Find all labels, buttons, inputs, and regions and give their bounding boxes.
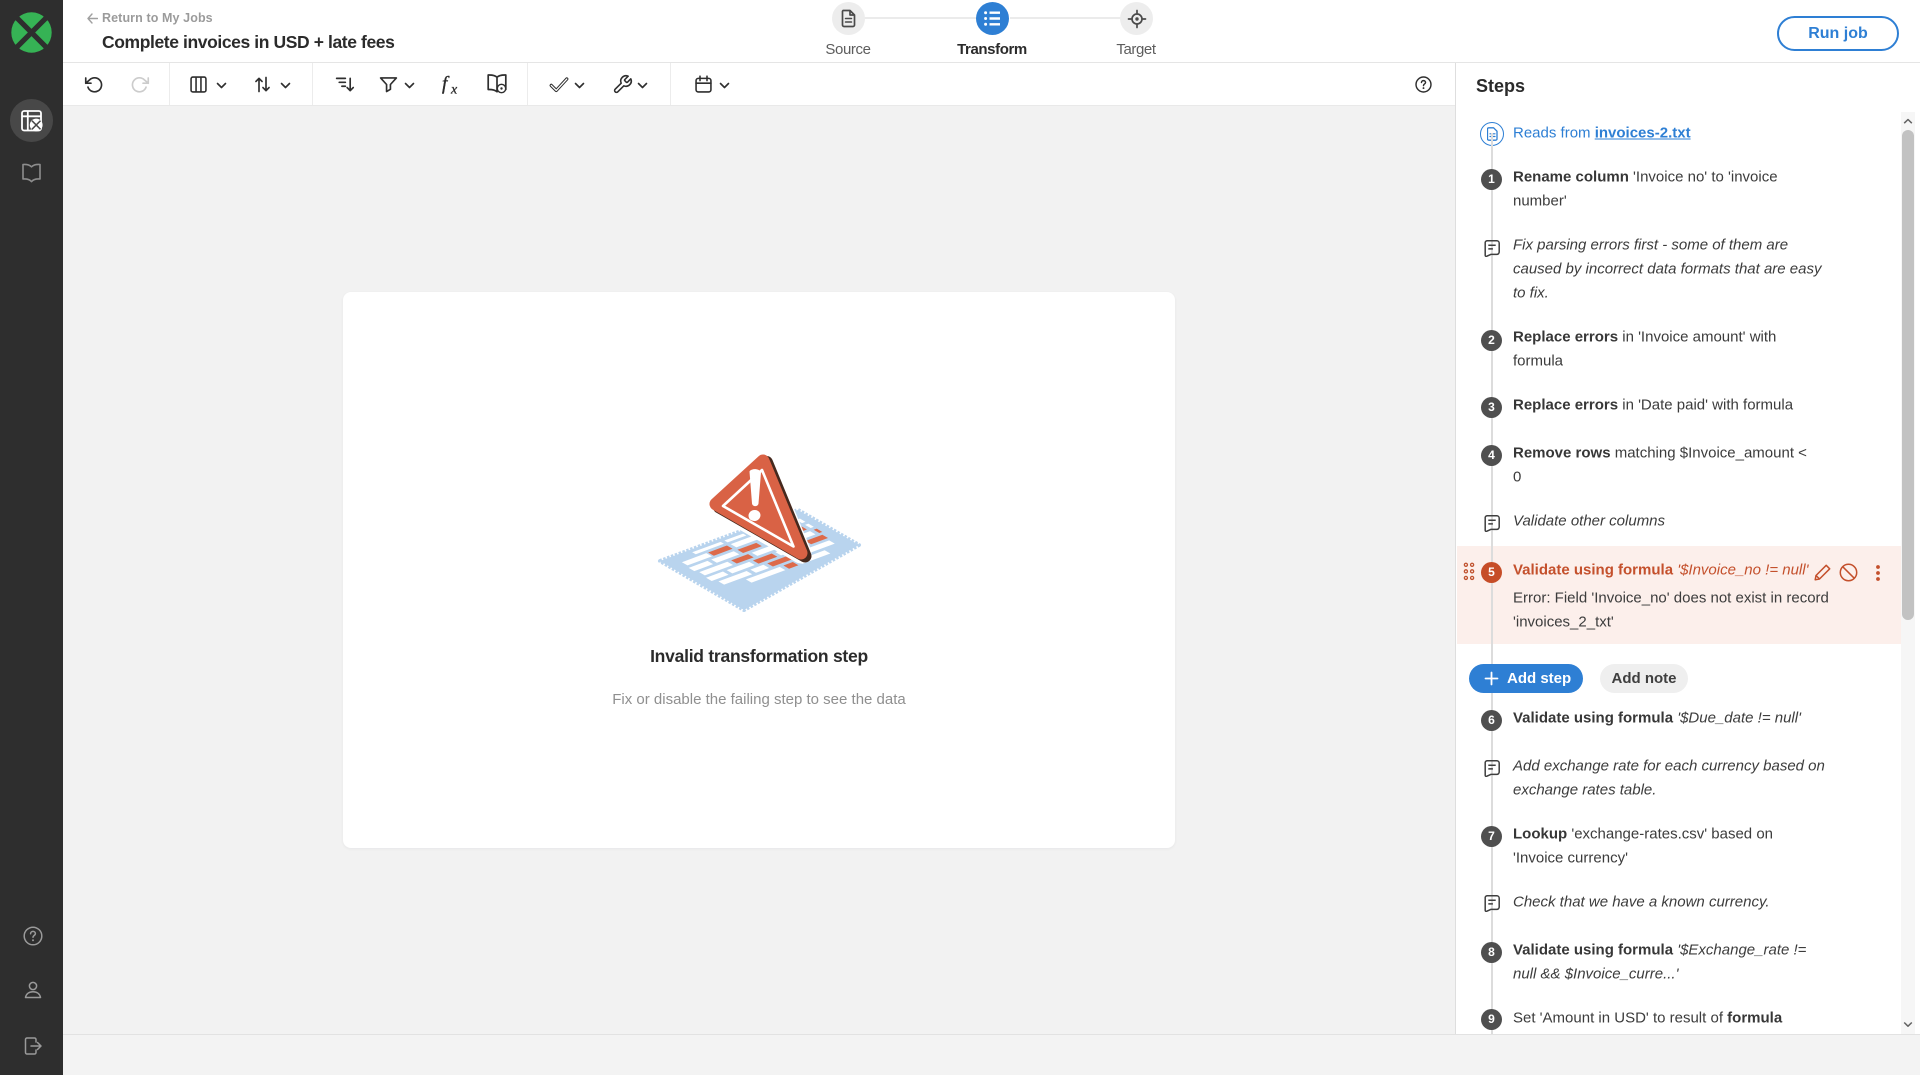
svg-text:f: f xyxy=(442,74,450,95)
svg-text:x: x xyxy=(450,83,458,97)
